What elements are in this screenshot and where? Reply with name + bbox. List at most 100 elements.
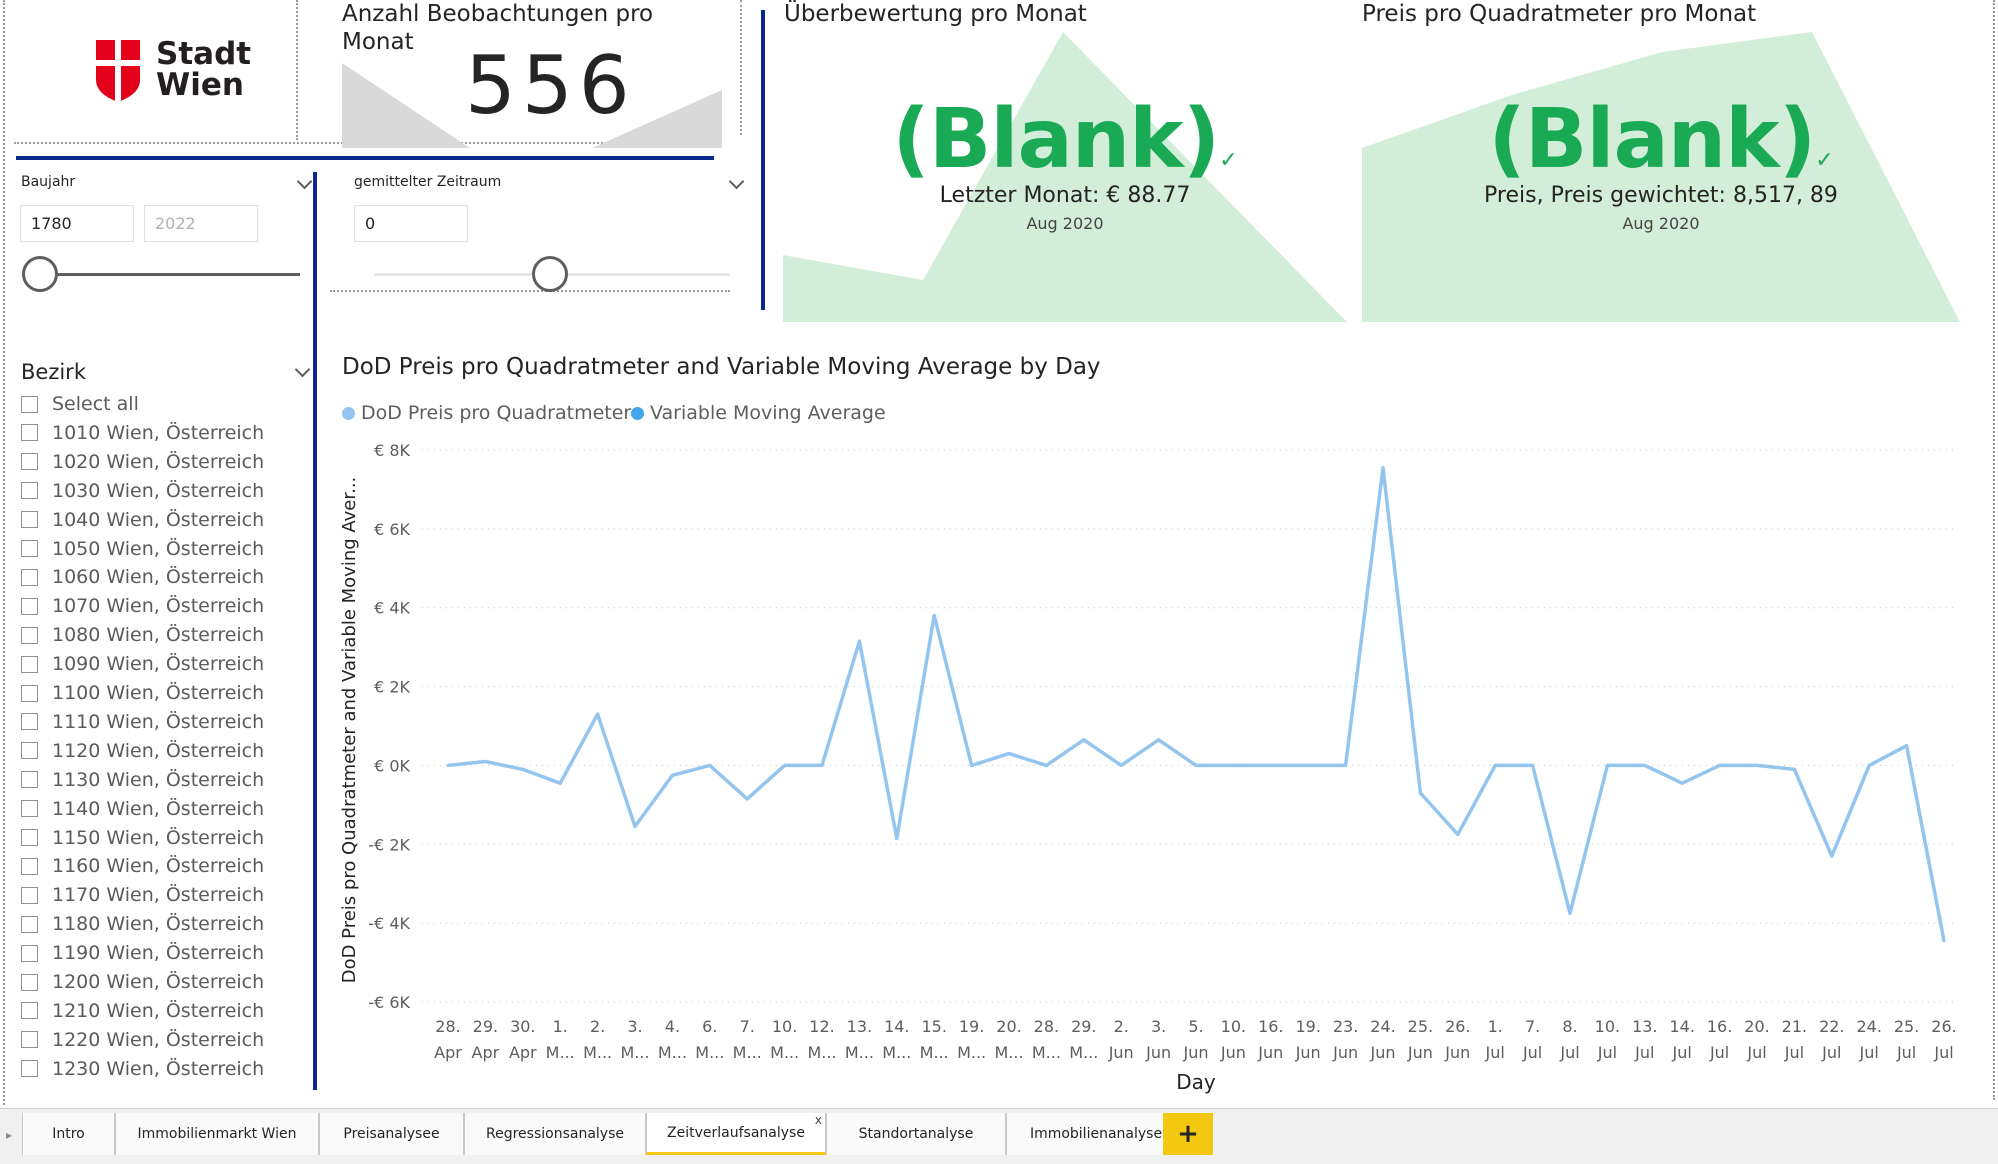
checkbox[interactable] — [21, 915, 38, 933]
close-tab-icon[interactable]: x — [815, 1113, 822, 1127]
tab-immobilienanalyse[interactable]: Immobilienanalyse — [1006, 1113, 1186, 1155]
data-point — [1680, 781, 1684, 785]
checkbox[interactable] — [21, 1002, 38, 1020]
checkbox[interactable] — [21, 742, 38, 760]
tab-zeitverlaufsanalyse[interactable]: Zeitverlaufsanalyse x — [646, 1113, 826, 1155]
bezirk-item-label: 1190 Wien, Österreich — [52, 942, 265, 965]
x-tick-label: M... — [770, 1043, 799, 1062]
bezirk-list-item[interactable]: 1190 Wien, Österreich — [21, 939, 264, 967]
tab-immobilienmarkt-wien[interactable]: Immobilienmarkt Wien — [115, 1113, 319, 1155]
bezirk-list-item[interactable]: 1080 Wien, Österreich — [21, 621, 264, 649]
checkbox[interactable] — [21, 540, 38, 557]
checkbox[interactable] — [21, 568, 38, 586]
baujahr-to-input[interactable]: 2022 — [144, 205, 258, 242]
x-tick-label: M... — [882, 1043, 911, 1062]
checkbox[interactable] — [21, 684, 38, 702]
tab-intro[interactable]: Intro — [22, 1113, 115, 1155]
bezirk-list-item[interactable]: 1230 Wien, Österreich — [21, 1055, 264, 1083]
data-point — [1418, 791, 1422, 795]
data-point — [633, 825, 637, 829]
bezirk-list-item[interactable]: 1170 Wien, Österreich — [21, 881, 264, 909]
bezirk-list-item[interactable]: 1220 Wien, Österreich — [21, 1026, 264, 1054]
baujahr-slider-handle[interactable] — [22, 256, 58, 292]
checkbox[interactable] — [21, 597, 38, 615]
add-page-button[interactable]: + — [1163, 1113, 1213, 1155]
bezirk-item-label: 1140 Wien, Österreich — [52, 797, 265, 820]
check-icon: ✓ — [1815, 148, 1834, 173]
x-tick-label: 24. — [1856, 1017, 1881, 1036]
tab-regressionsanalyse[interactable]: Regressionsanalyse — [464, 1113, 646, 1155]
bezirk-list-item[interactable]: 1100 Wien, Österreich — [21, 679, 264, 707]
x-tick-label: 7. — [1525, 1017, 1540, 1036]
checkbox[interactable] — [21, 511, 38, 529]
overvaluation-blank-value: (Blank) — [892, 92, 1220, 187]
checkbox[interactable] — [21, 1060, 38, 1078]
zeitraum-slider-handle[interactable] — [532, 256, 568, 292]
observations-title-line2: Monat — [342, 29, 414, 55]
checkbox[interactable] — [21, 626, 38, 644]
tab-label: Immobilienmarkt Wien — [137, 1126, 297, 1142]
bezirk-list-item[interactable]: 1150 Wien, Österreich — [21, 824, 264, 852]
bezirk-item-label: Select all — [52, 393, 139, 415]
overvaluation-date: Aug 2020 — [1026, 214, 1104, 233]
bezirk-list-item[interactable]: 1050 Wien, Österreich — [21, 535, 264, 563]
checkbox[interactable] — [21, 1031, 38, 1049]
checkbox[interactable] — [21, 453, 38, 471]
bezirk-list-item[interactable]: 1200 Wien, Österreich — [21, 968, 264, 996]
data-point — [1381, 466, 1385, 470]
bezirk-list-item[interactable]: 1040 Wien, Österreich — [21, 506, 264, 534]
bezirk-item-label: 1160 Wien, Österreich — [52, 855, 265, 878]
data-point — [895, 836, 899, 840]
baujahr-slider-track[interactable] — [40, 273, 300, 276]
tab-label: Preisanalysee — [343, 1126, 440, 1142]
checkbox[interactable] — [21, 713, 38, 731]
bezirk-list-item[interactable]: 1210 Wien, Österreich — [21, 997, 264, 1025]
checkbox[interactable] — [21, 829, 38, 846]
bezirk-item-label: 1180 Wien, Österreich — [52, 913, 265, 936]
tab-preisanalysee[interactable]: Preisanalysee — [319, 1113, 464, 1155]
bezirk-item-label: 1200 Wien, Österreich — [52, 971, 265, 993]
x-tick-label: 16. — [1258, 1017, 1283, 1036]
x-tick-label: M... — [807, 1043, 836, 1062]
checkbox[interactable] — [21, 886, 38, 904]
bezirk-select-all[interactable]: Select all — [21, 390, 139, 418]
checkbox[interactable] — [21, 424, 38, 442]
baujahr-from-input[interactable]: 1780 — [20, 205, 134, 242]
bezirk-list-item[interactable]: 1010 Wien, Österreich — [21, 419, 264, 447]
bezirk-list-item[interactable]: 1110 Wien, Österreich — [21, 708, 264, 736]
x-axis-title: Day — [1176, 1070, 1216, 1094]
checkbox[interactable] — [21, 482, 38, 500]
x-tick-label: 14. — [884, 1017, 909, 1036]
bezirk-list-item[interactable]: 1090 Wien, Österreich — [21, 650, 264, 678]
bezirk-list-item[interactable]: 1120 Wien, Österreich — [21, 737, 264, 765]
checkbox[interactable] — [21, 944, 38, 962]
chevron-down-icon[interactable] — [728, 173, 745, 190]
x-tick-label: 3. — [1151, 1017, 1166, 1036]
checkbox[interactable] — [21, 655, 38, 673]
x-tick-label: 28. — [1034, 1017, 1059, 1036]
bezirk-item-label: 1170 Wien, Österreich — [52, 884, 265, 907]
bezirk-list-item[interactable]: 1140 Wien, Österreich — [21, 795, 264, 823]
chevron-down-icon[interactable] — [296, 173, 313, 190]
bezirk-list-item[interactable]: 1130 Wien, Österreich — [21, 766, 264, 794]
bezirk-list-item[interactable]: 1180 Wien, Österreich — [21, 910, 264, 938]
y-tick-label: € 6K — [374, 520, 410, 539]
checkbox[interactable] — [21, 395, 38, 413]
bezirk-list-item[interactable]: 1160 Wien, Österreich — [21, 852, 264, 880]
tab-scroll-left-icon[interactable]: ▸ — [6, 1128, 12, 1142]
checkbox[interactable] — [21, 771, 38, 789]
y-tick-label: -€ 2K — [368, 835, 410, 854]
tab-standortanalyse[interactable]: Standortanalyse — [826, 1113, 1006, 1155]
bezirk-list-item[interactable]: 1060 Wien, Österreich — [21, 563, 264, 591]
bezirk-list-item[interactable]: 1020 Wien, Österreich — [21, 448, 264, 476]
chevron-down-icon[interactable] — [294, 361, 311, 378]
checkbox[interactable] — [21, 857, 38, 875]
bezirk-list-item[interactable]: 1070 Wien, Österreich — [21, 592, 264, 620]
x-tick-label: M... — [994, 1043, 1023, 1062]
data-point — [1792, 767, 1796, 771]
bezirk-list-item[interactable]: 1030 Wien, Österreich — [21, 477, 264, 505]
checkbox[interactable] — [21, 973, 38, 991]
x-tick-label: Jul — [1522, 1043, 1542, 1062]
checkbox[interactable] — [21, 800, 38, 818]
zeitraum-input[interactable]: 0 — [354, 205, 468, 242]
